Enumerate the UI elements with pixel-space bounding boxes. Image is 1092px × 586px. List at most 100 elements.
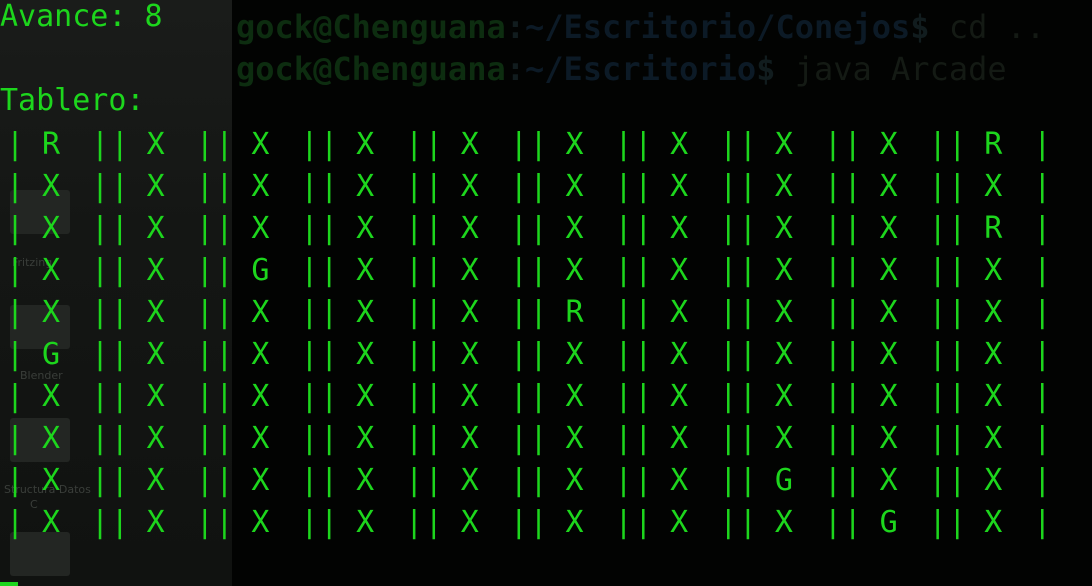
board-cell: X (879, 379, 898, 414)
cell-left-border: | (948, 379, 967, 414)
cell-right-border: | (928, 463, 947, 498)
cell-right-border: | (509, 379, 528, 414)
board-cell: X (670, 337, 689, 372)
board-cell: X (460, 169, 479, 204)
cell-left-border: | (6, 337, 25, 372)
cell-right-border: | (719, 295, 738, 330)
board-cell: X (565, 421, 584, 456)
cell-left-border: | (843, 505, 862, 540)
board-cell: X (565, 253, 584, 288)
cell-left-border: | (529, 169, 548, 204)
cell-right-border: | (928, 295, 947, 330)
board-cell: X (356, 253, 375, 288)
cell-left-border: | (843, 379, 862, 414)
cell-left-border: | (424, 463, 443, 498)
cell-left-border: | (424, 379, 443, 414)
cell-left-border: | (6, 169, 25, 204)
terminal-window[interactable]: Fritzing Blender Structura Datos C gock@… (0, 0, 1092, 586)
cell-left-border: | (110, 379, 129, 414)
cell-left-border: | (320, 127, 339, 162)
cell-right-border: | (1033, 379, 1052, 414)
board-cell: X (146, 295, 165, 330)
cell-left-border: | (948, 169, 967, 204)
cell-right-border: | (509, 169, 528, 204)
board-cell: X (146, 379, 165, 414)
cell-left-border: | (843, 253, 862, 288)
cell-left-border: | (320, 505, 339, 540)
cell-right-border: | (509, 253, 528, 288)
board-cell: X (41, 211, 61, 246)
cell-left-border: | (634, 337, 653, 372)
board-cell: X (984, 421, 1003, 456)
cell-right-border: | (300, 211, 319, 246)
board-cell: X (460, 295, 479, 330)
cell-right-border: | (614, 379, 633, 414)
cell-right-border: | (91, 127, 110, 162)
board-cell: X (251, 295, 270, 330)
cell-right-border: | (195, 421, 214, 456)
cell-right-border: | (1033, 169, 1052, 204)
board-cell: X (146, 253, 165, 288)
board-cell: X (251, 169, 270, 204)
cell-right-border: | (195, 169, 214, 204)
board-cell: X (879, 211, 898, 246)
board-cell: X (251, 421, 270, 456)
cell-right-border: | (300, 127, 319, 162)
cell-right-border: | (823, 337, 842, 372)
board-cell: X (565, 463, 584, 498)
cell-left-border: | (6, 295, 25, 330)
cell-left-border: | (110, 421, 129, 456)
cell-left-border: | (320, 421, 339, 456)
board-cell: R (984, 211, 1003, 246)
cell-left-border: | (424, 421, 443, 456)
cell-right-border: | (719, 421, 738, 456)
board-cell: X (146, 169, 165, 204)
cell-right-border: | (823, 505, 842, 540)
cell-left-border: | (6, 379, 25, 414)
board-cell: X (774, 337, 793, 372)
board-cell: R (565, 295, 584, 330)
cell-right-border: | (509, 337, 528, 372)
cell-right-border: | (300, 253, 319, 288)
cell-right-border: | (195, 295, 214, 330)
cell-right-border: | (509, 295, 528, 330)
cell-left-border: | (529, 127, 548, 162)
cell-right-border: | (405, 127, 424, 162)
cell-left-border: | (215, 253, 234, 288)
board-cell: X (670, 379, 689, 414)
cell-right-border: | (928, 127, 947, 162)
cell-right-border: | (1033, 211, 1052, 246)
cursor (0, 582, 18, 586)
cell-right-border: | (614, 211, 633, 246)
cell-right-border: | (195, 463, 214, 498)
cell-right-border: | (614, 337, 633, 372)
background-terminal-line: gock@Chenguana:~/Escritorio$ java Arcade (236, 48, 1007, 90)
cell-right-border: | (823, 253, 842, 288)
board-cell: X (670, 169, 689, 204)
bg-user: gock@Chenguana (236, 50, 506, 88)
cell-left-border: | (738, 463, 757, 498)
cell-right-border: | (719, 505, 738, 540)
cell-left-border: | (215, 127, 234, 162)
cell-right-border: | (719, 127, 738, 162)
cell-left-border: | (843, 127, 862, 162)
cell-left-border: | (843, 463, 862, 498)
cell-left-border: | (529, 463, 548, 498)
cell-right-border: | (300, 463, 319, 498)
cell-right-border: | (195, 379, 214, 414)
cell-left-border: | (634, 379, 653, 414)
cell-left-border: | (320, 253, 339, 288)
cell-right-border: | (823, 211, 842, 246)
cell-left-border: | (738, 421, 757, 456)
cell-left-border: | (424, 337, 443, 372)
cell-right-border: | (614, 169, 633, 204)
board-cell: X (356, 505, 375, 540)
board-cell: X (146, 337, 165, 372)
cell-left-border: | (320, 337, 339, 372)
cell-right-border: | (91, 253, 110, 288)
cell-left-border: | (634, 169, 653, 204)
board-cell: X (670, 421, 689, 456)
board-cell: X (251, 379, 270, 414)
bg-path: ~/Escritorio/Conejos (524, 8, 911, 46)
board-cell: X (356, 337, 375, 372)
